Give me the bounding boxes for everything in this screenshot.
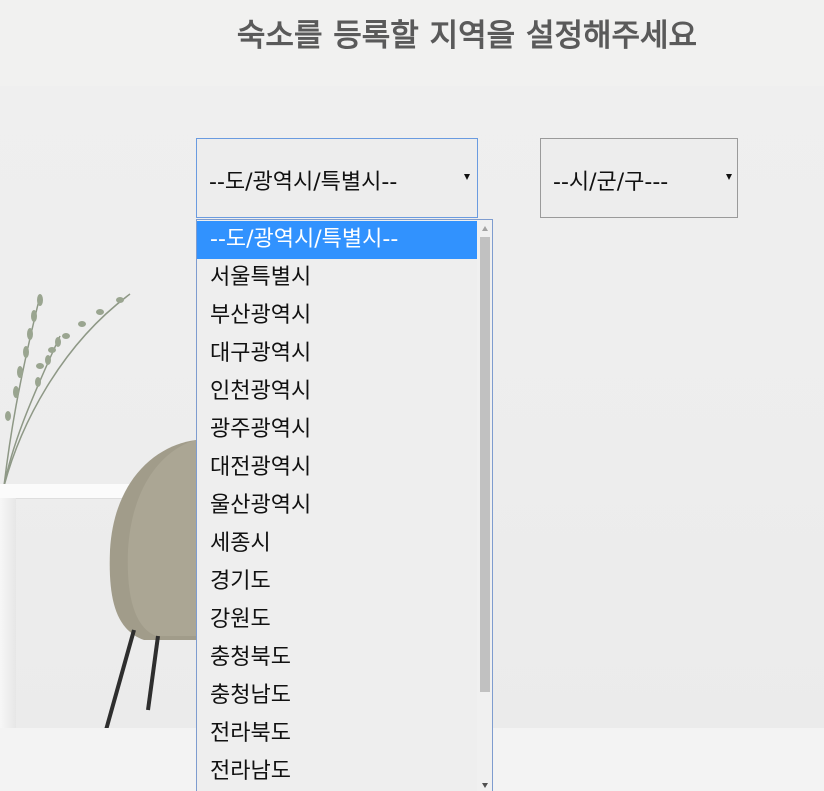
city-select[interactable]: --시/군/구--- (540, 138, 738, 218)
dropdown-option[interactable]: 세종시 (197, 525, 477, 563)
city-select-value: --시/군/구--- (553, 170, 669, 195)
dropdown-option[interactable]: 전라남도 (197, 753, 477, 791)
page-title: 숙소를 등록할 지역을 설정해주세요 (236, 18, 698, 54)
dropdown-option[interactable]: 인천광역시 (197, 373, 477, 411)
province-select[interactable]: --도/광역시/특별시-- (196, 138, 478, 218)
dropdown-option[interactable]: --도/광역시/특별시-- (197, 221, 477, 259)
province-select-value: --도/광역시/특별시-- (209, 170, 398, 195)
scrollbar-thumb[interactable] (480, 237, 490, 692)
scroll-down-arrow-icon[interactable] (482, 783, 488, 788)
chair-decoration (104, 440, 196, 730)
dropdown-option[interactable]: 전라북도 (197, 715, 477, 753)
scroll-up-arrow-icon[interactable] (482, 226, 488, 231)
dropdown-option[interactable]: 강원도 (197, 601, 477, 639)
dropdown-scrollbar[interactable] (477, 220, 492, 791)
dropdown-option[interactable]: 대전광역시 (197, 449, 477, 487)
dropdown-option[interactable]: 충청남도 (197, 677, 477, 715)
dropdown-option[interactable]: 대구광역시 (197, 335, 477, 373)
chevron-down-icon (464, 174, 470, 180)
province-dropdown-list[interactable]: --도/광역시/특별시-- 서울특별시 부산광역시 대구광역시 인천광역시 광주… (196, 219, 493, 791)
desk-leg (0, 498, 16, 728)
chevron-down-icon (726, 174, 732, 180)
dropdown-option[interactable]: 서울특별시 (197, 259, 477, 297)
dropdown-option[interactable]: 광주광역시 (197, 411, 477, 449)
dropdown-option[interactable]: 부산광역시 (197, 297, 477, 335)
dropdown-option[interactable]: 충청북도 (197, 639, 477, 677)
dropdown-option[interactable]: 울산광역시 (197, 487, 477, 525)
dropdown-option[interactable]: 경기도 (197, 563, 477, 601)
